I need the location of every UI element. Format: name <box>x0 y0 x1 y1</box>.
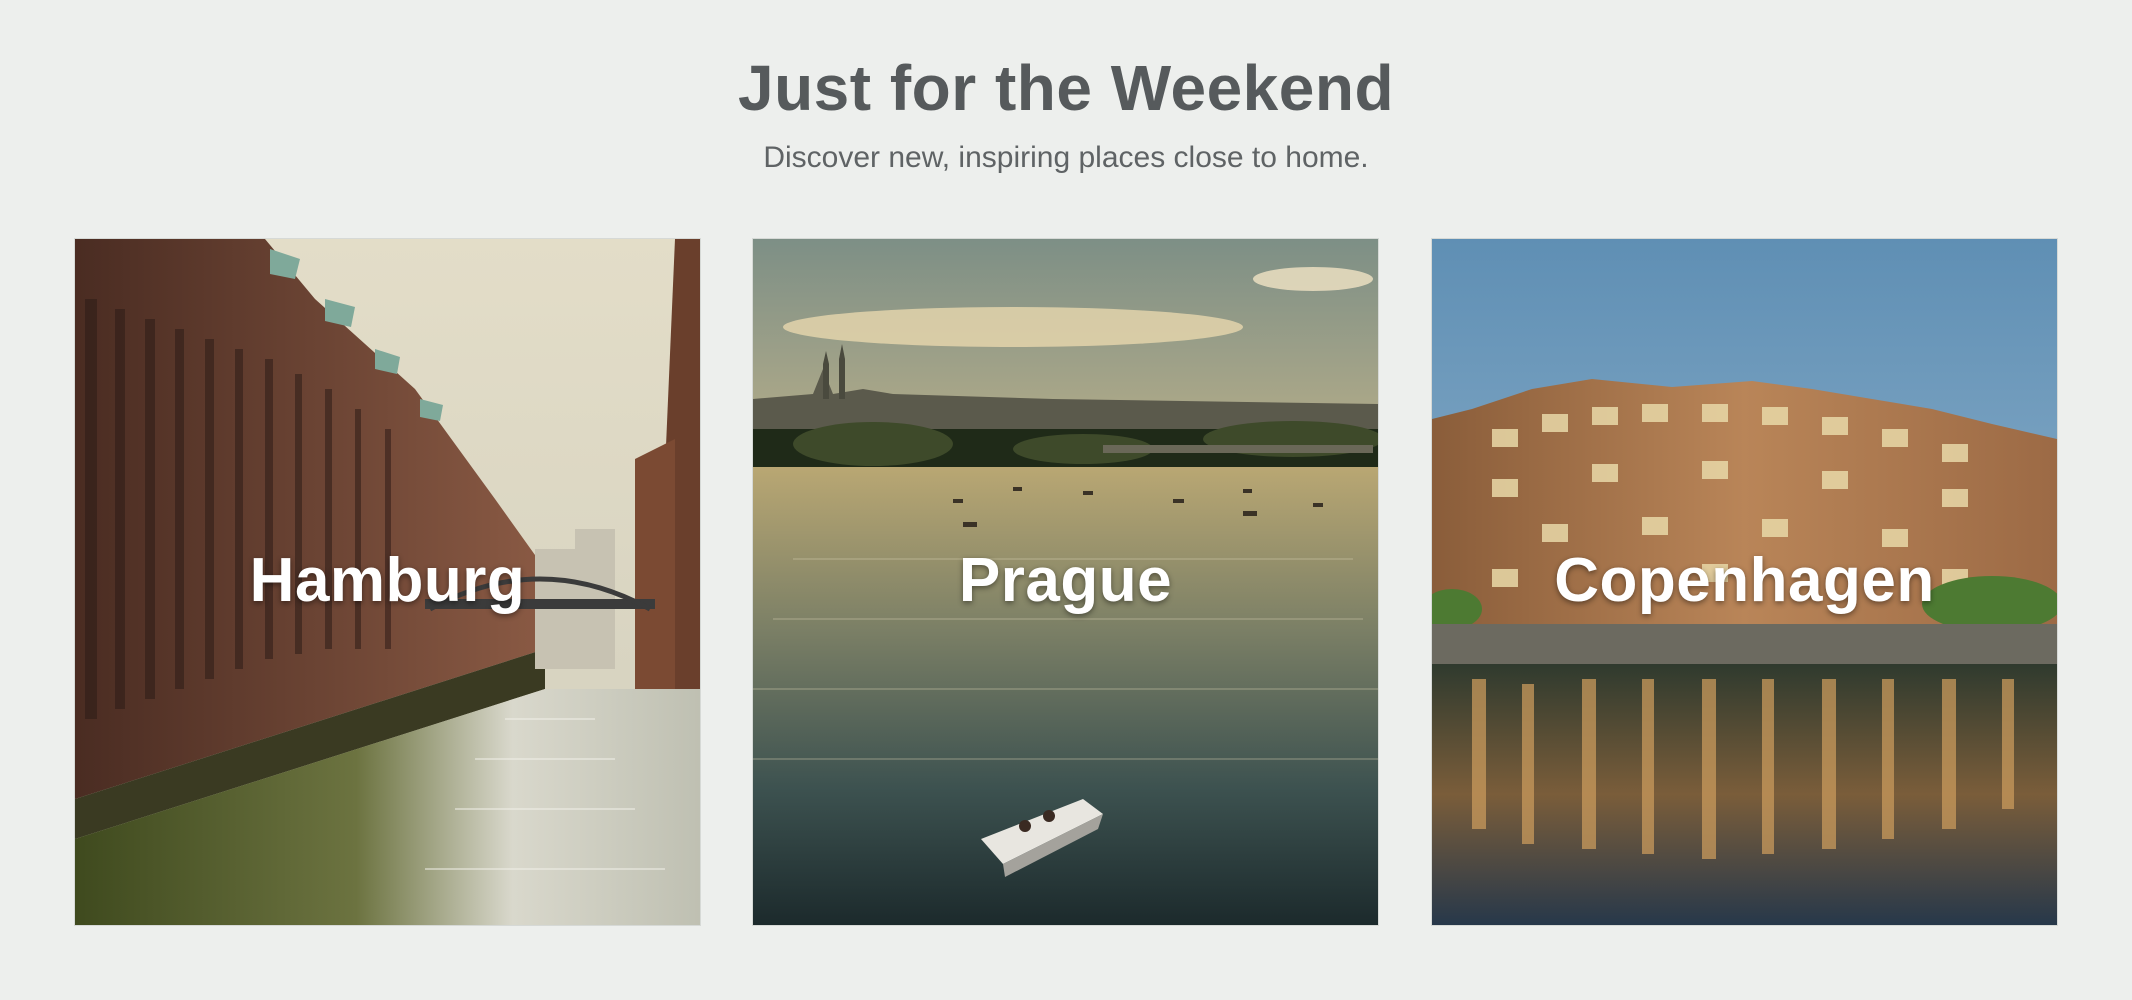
destination-card-hamburg[interactable]: Hamburg <box>74 238 701 926</box>
destination-card-copenhagen[interactable]: Copenhagen <box>1431 238 2058 926</box>
destination-name: Copenhagen <box>1554 546 1935 615</box>
destination-card-prague[interactable]: Prague <box>752 238 1379 926</box>
section-title: Just for the Weekend <box>737 52 1395 124</box>
destination-name: Prague <box>958 546 1173 615</box>
section-subtitle: Discover new, inspiring places close to … <box>763 141 1369 174</box>
destination-cards: Hamburg Prague Copenhagen <box>74 238 2059 926</box>
destination-name: Hamburg <box>249 546 526 615</box>
